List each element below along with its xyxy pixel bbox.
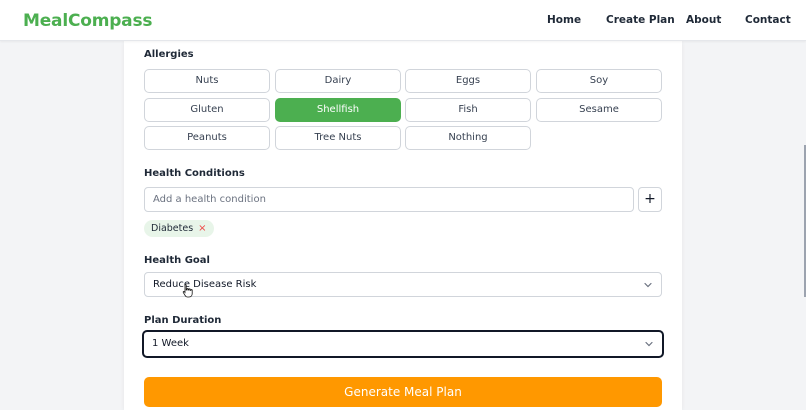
remove-tag-icon[interactable]: × xyxy=(198,223,206,234)
plan-duration-label: Plan Duration xyxy=(144,315,222,326)
hand-cursor-icon xyxy=(182,284,193,298)
chevron-down-icon xyxy=(644,282,652,287)
generate-meal-plan-button[interactable]: Generate Meal Plan xyxy=(144,377,662,407)
nav-link-create-plan[interactable]: Create Plan xyxy=(606,14,675,26)
allergy-option-nothing[interactable]: Nothing xyxy=(405,126,531,150)
brand-logo[interactable]: MealCompass xyxy=(23,11,152,31)
health-conditions-label: Health Conditions xyxy=(144,168,245,179)
chevron-down-icon xyxy=(645,341,653,347)
allergy-option-peanuts[interactable]: Peanuts xyxy=(144,126,270,150)
allergy-option-eggs[interactable]: Eggs xyxy=(405,69,531,93)
allergy-option-soy[interactable]: Soy xyxy=(536,69,662,93)
nav-link-about[interactable]: About xyxy=(686,14,721,26)
condition-tag-diabetes: Diabetes × xyxy=(144,220,214,237)
top-navbar: MealCompass Home Create Plan About Conta… xyxy=(0,0,806,41)
nav-link-home[interactable]: Home xyxy=(547,14,581,26)
plan-duration-value: 1 Week xyxy=(152,338,189,349)
allergy-option-shellfish[interactable]: Shellfish xyxy=(275,98,401,122)
add-condition-button[interactable]: + xyxy=(638,187,662,212)
allergy-option-dairy[interactable]: Dairy xyxy=(275,69,401,93)
allergy-option-sesame[interactable]: Sesame xyxy=(536,98,662,122)
allergy-option-fish[interactable]: Fish xyxy=(405,98,531,122)
allergy-option-nuts[interactable]: Nuts xyxy=(144,69,270,93)
health-goal-label: Health Goal xyxy=(144,255,210,266)
plan-duration-select[interactable]: 1 Week xyxy=(142,330,664,358)
condition-tag-label: Diabetes xyxy=(151,223,194,234)
health-goal-value: Reduce Disease Risk xyxy=(153,279,257,290)
allergies-label: Allergies xyxy=(144,49,194,60)
health-goal-select[interactable]: Reduce Disease Risk xyxy=(144,272,662,297)
health-condition-input[interactable] xyxy=(144,187,634,212)
allergy-option-tree-nuts[interactable]: Tree Nuts xyxy=(275,126,401,150)
nav-link-contact[interactable]: Contact xyxy=(745,14,791,26)
allergy-option-gluten[interactable]: Gluten xyxy=(144,98,270,122)
